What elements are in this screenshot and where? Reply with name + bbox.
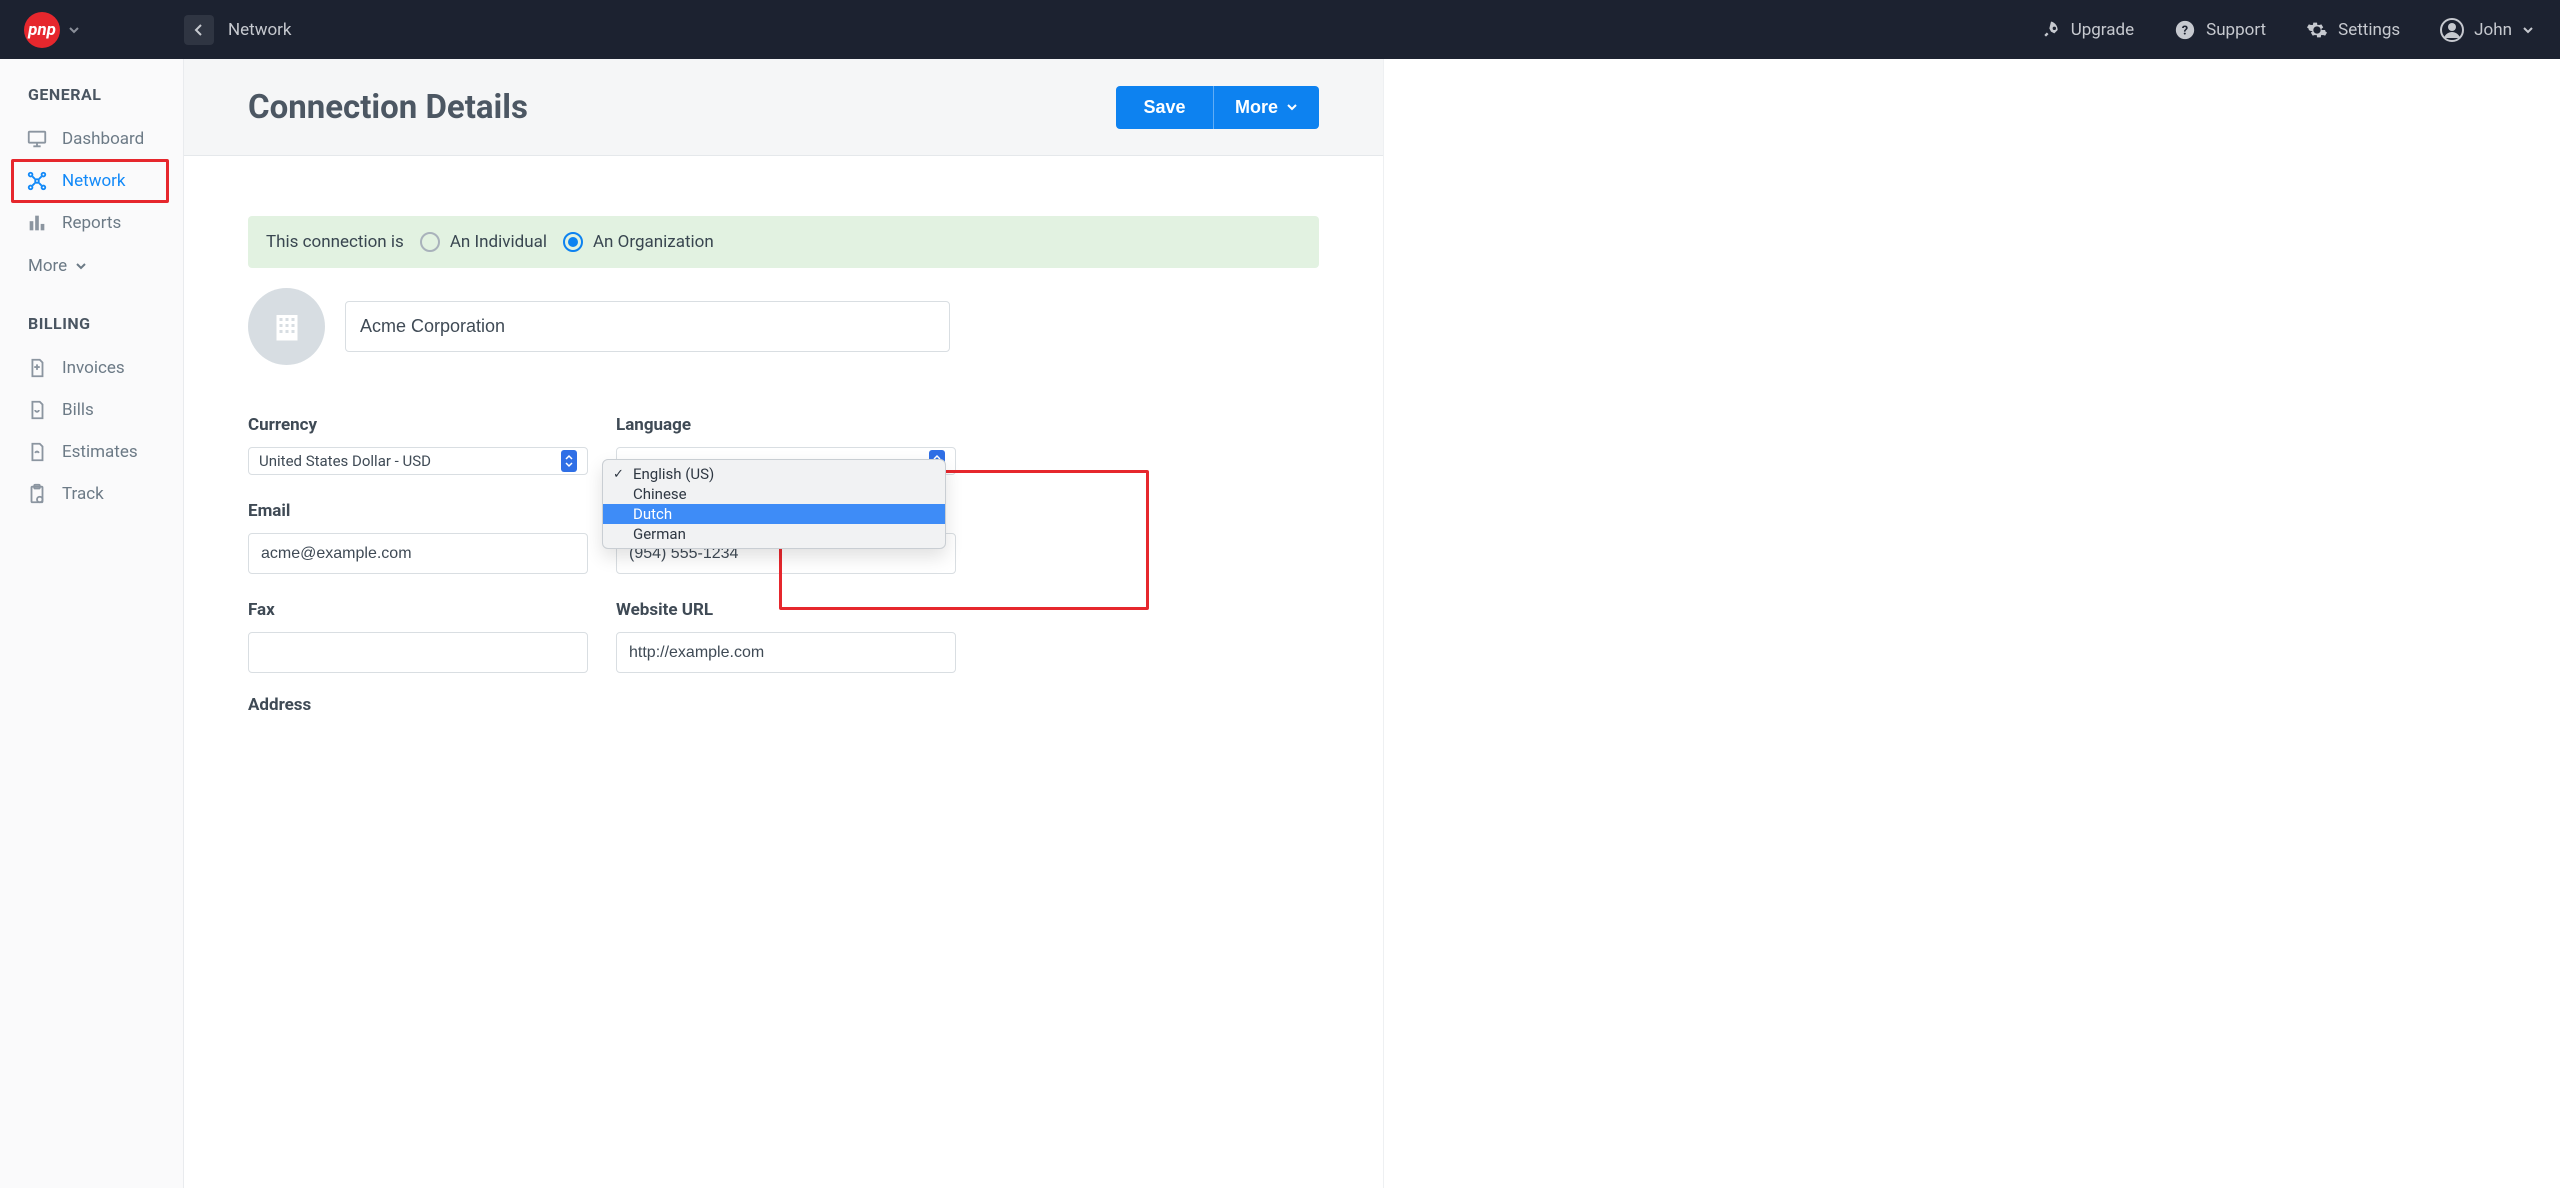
sidebar-label: Network [62, 171, 126, 191]
org-row [248, 288, 1319, 365]
language-dropdown: English (US) Chinese Dutch German [602, 459, 946, 549]
network-icon [26, 170, 48, 192]
content: This connection is An Individual An Orga… [184, 156, 1383, 755]
org-name-input[interactable] [345, 301, 950, 352]
sidebar-more[interactable]: More [0, 244, 183, 278]
sidebar-item-reports[interactable]: Reports [0, 202, 183, 244]
monitor-icon [26, 128, 48, 150]
header-actions: Save More [1116, 86, 1319, 129]
logo-area[interactable]: pnp [0, 12, 184, 48]
sidebar-more-label: More [28, 256, 67, 276]
back-button[interactable] [184, 15, 214, 45]
breadcrumb: Network [184, 15, 292, 45]
language-option-english[interactable]: English (US) [603, 464, 945, 484]
sidebar-label: Bills [62, 400, 94, 420]
breadcrumb-label: Network [228, 20, 292, 40]
settings-link[interactable]: Settings [2306, 19, 2400, 41]
sidebar-item-network[interactable]: Network [0, 160, 183, 202]
save-button[interactable]: Save [1116, 86, 1214, 129]
more-button[interactable]: More [1214, 86, 1319, 129]
page-title: Connection Details [248, 88, 528, 127]
language-label: Language [616, 415, 956, 435]
rocket-icon [2041, 20, 2061, 40]
top-bar: pnp Network Upgrade ? Support Settin [0, 0, 2560, 59]
bar-chart-icon [26, 212, 48, 234]
website-input[interactable] [616, 632, 956, 673]
sidebar-label: Reports [62, 213, 121, 233]
chevron-down-icon [75, 260, 87, 272]
sidebar-item-estimates[interactable]: Estimates [0, 431, 183, 473]
app-logo: pnp [24, 12, 60, 48]
support-label: Support [2206, 20, 2266, 40]
language-option-german[interactable]: German [603, 524, 945, 544]
field-website: Website URL [616, 600, 956, 673]
fax-label: Fax [248, 600, 588, 620]
radio-individual[interactable]: An Individual [420, 232, 547, 252]
user-menu[interactable]: John [2440, 18, 2534, 42]
radio-individual-label: An Individual [450, 232, 547, 252]
currency-value: United States Dollar - USD [259, 452, 431, 470]
upgrade-label: Upgrade [2071, 20, 2134, 40]
org-avatar[interactable] [248, 288, 325, 365]
settings-label: Settings [2338, 20, 2400, 40]
chevron-down-icon [68, 24, 80, 36]
avatar-icon [2440, 18, 2464, 42]
sidebar-item-track[interactable]: Track [0, 473, 183, 515]
clipboard-icon [26, 483, 48, 505]
field-fax: Fax [248, 600, 588, 673]
sidebar-label: Track [62, 484, 104, 504]
document-icon [26, 399, 48, 421]
email-input[interactable] [248, 533, 588, 574]
page-header: Connection Details Save More [184, 59, 1383, 156]
currency-select[interactable]: United States Dollar - USD [248, 447, 588, 475]
upgrade-link[interactable]: Upgrade [2041, 20, 2134, 40]
radio-organization[interactable]: An Organization [563, 232, 714, 252]
more-label: More [1235, 97, 1278, 118]
user-name: John [2474, 20, 2512, 40]
sidebar-item-invoices[interactable]: Invoices [0, 347, 183, 389]
support-link[interactable]: ? Support [2174, 19, 2266, 41]
chevron-down-icon [1286, 101, 1298, 113]
sidebar-label: Estimates [62, 442, 138, 462]
radio-icon [420, 232, 440, 252]
sidebar-item-dashboard[interactable]: Dashboard [0, 118, 183, 160]
sidebar: GENERAL Dashboard Network Reports More [0, 59, 184, 1188]
gear-icon [2306, 19, 2328, 41]
svg-text:?: ? [2182, 23, 2188, 38]
field-currency: Currency United States Dollar - USD [248, 415, 588, 475]
type-prefix: This connection is [266, 232, 404, 252]
language-option-chinese[interactable]: Chinese [603, 484, 945, 504]
connection-type-banner: This connection is An Individual An Orga… [248, 216, 1319, 268]
select-caret-icon [561, 450, 577, 472]
sidebar-section-general: GENERAL [0, 85, 183, 118]
field-email: Email [248, 501, 588, 574]
sidebar-item-bills[interactable]: Bills [0, 389, 183, 431]
fax-input[interactable] [248, 632, 588, 673]
currency-label: Currency [248, 415, 588, 435]
website-label: Website URL [616, 600, 956, 620]
invoice-icon [26, 357, 48, 379]
estimate-icon [26, 441, 48, 463]
address-label: Address [248, 695, 1319, 715]
sidebar-label: Invoices [62, 358, 125, 378]
sidebar-section-billing: BILLING [0, 314, 183, 347]
email-label: Email [248, 501, 588, 521]
sidebar-label: Dashboard [62, 129, 144, 149]
top-actions: Upgrade ? Support Settings John [2041, 18, 2560, 42]
main-panel: Connection Details Save More This connec… [184, 59, 1384, 1188]
help-icon: ? [2174, 19, 2196, 41]
field-language: Language English (US) Chinese Dutch Germ… [616, 415, 956, 475]
radio-organization-label: An Organization [593, 232, 714, 252]
chevron-down-icon [2522, 24, 2534, 36]
language-option-dutch[interactable]: Dutch [603, 504, 945, 524]
radio-icon [563, 232, 583, 252]
